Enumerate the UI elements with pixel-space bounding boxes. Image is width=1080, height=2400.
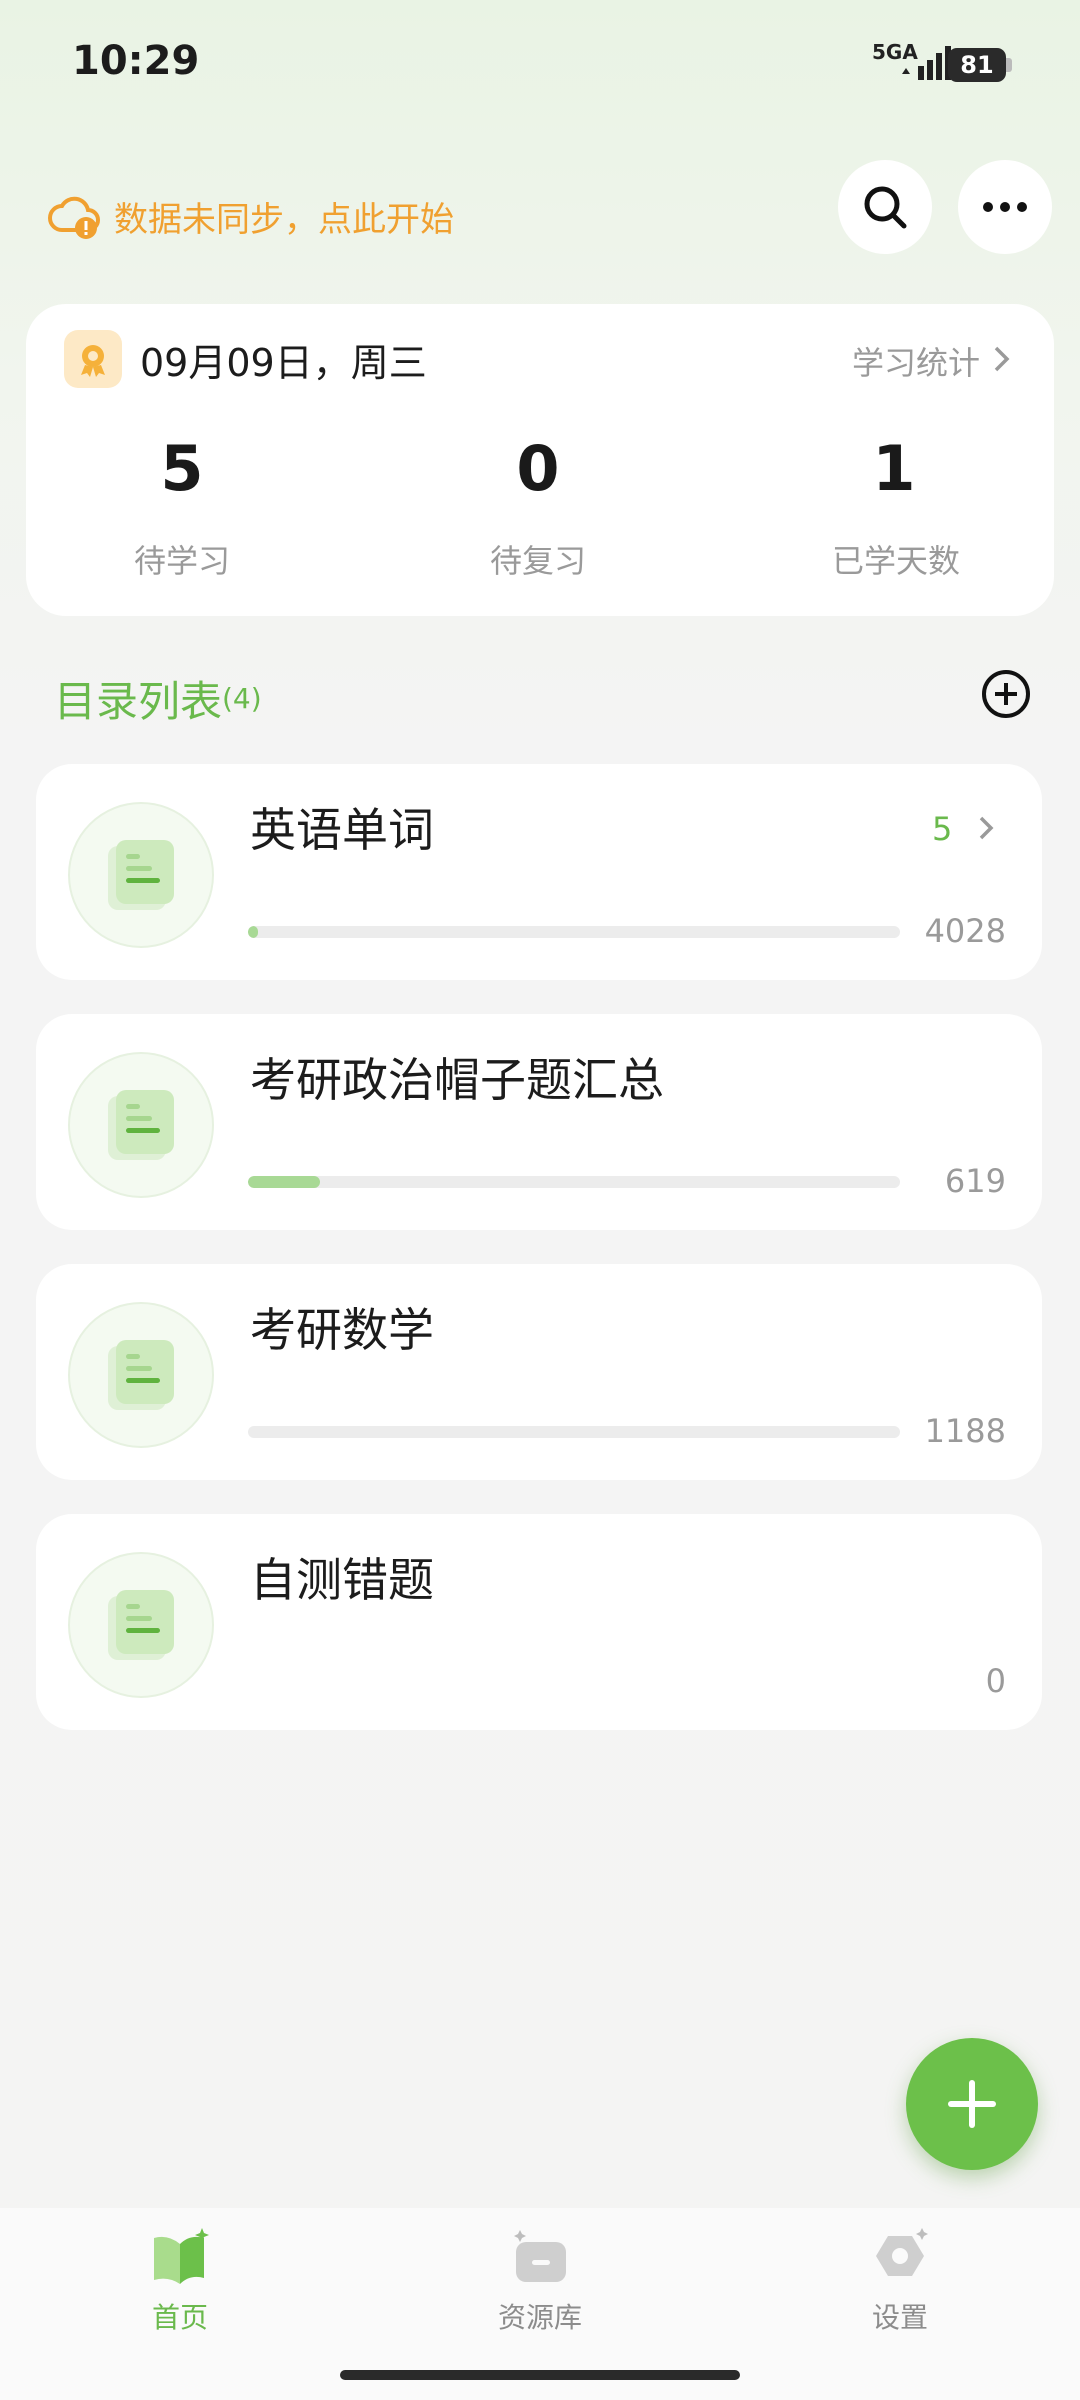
battery-icon: 81 [948,48,1006,82]
add-directory-icon[interactable] [980,668,1032,720]
pending-review-count[interactable]: 0 [438,432,638,505]
list-item-title: 考研数学 [250,1303,434,1357]
progress-track [248,1426,900,1438]
list-item-title: 自测错题 [250,1553,434,1607]
pending-learn-count[interactable]: 5 [82,432,282,505]
more-button[interactable] [958,160,1052,254]
signal-icon [902,46,951,80]
status-time: 10:29 [72,38,200,84]
progress-track [248,1176,900,1188]
battery-nub [1006,58,1012,72]
pending-review-label: 待复习 [489,542,586,580]
deck-icon [68,802,214,948]
chevron-right-icon[interactable] [992,344,1012,374]
list-item-total: 619 [944,1162,1006,1200]
date-text: 09月09日，周三 [140,341,427,385]
medal-icon [64,330,122,388]
progress-fill [248,926,259,938]
study-days-count[interactable]: 1 [794,432,994,505]
home-indicator[interactable] [340,2370,740,2380]
tab-resources[interactable]: 资源库 [440,2226,640,2356]
pending-learn-label: 待学习 [133,542,230,580]
search-icon [864,186,907,229]
deck-icon [68,1052,214,1198]
list-item-title: 考研政治帽子题汇总 [250,1053,664,1107]
progress-fill [248,1176,320,1188]
chevron-right-icon[interactable] [976,814,996,842]
directory-title: 目录列表 [54,677,223,726]
plus-icon [948,2080,996,2128]
home-book-icon [154,2228,209,2284]
list-item-due-count: 5 [932,810,953,848]
tab-settings-label: 设置 [871,2301,928,2334]
list-item-total: 0 [985,1662,1006,1700]
search-button[interactable] [838,160,932,254]
tab-home[interactable]: 首页 [80,2226,280,2356]
cloud-warning-icon[interactable] [48,190,104,242]
add-fab-button[interactable] [906,2038,1038,2170]
tab-settings[interactable]: 设置 [800,2226,1000,2356]
deck-icon [68,1302,214,1448]
sync-banner-text[interactable]: 数据未同步，点此开始 [114,192,454,241]
study-days-label: 已学天数 [831,542,960,580]
list-item-title: 英语单词 [250,803,434,857]
list-item-total: 1188 [924,1412,1006,1450]
more-dots-icon [983,202,1027,212]
list-item-total: 4028 [924,912,1006,950]
tab-home-label: 首页 [151,2301,208,2334]
progress-track [248,926,900,938]
settings-hex-icon [876,2228,928,2276]
study-stats-link[interactable]: 学习统计 [852,338,980,384]
resource-box-icon [514,2230,566,2282]
deck-icon [68,1552,214,1698]
tab-resources-label: 资源库 [497,2301,582,2334]
directory-count: (4) [222,682,262,715]
